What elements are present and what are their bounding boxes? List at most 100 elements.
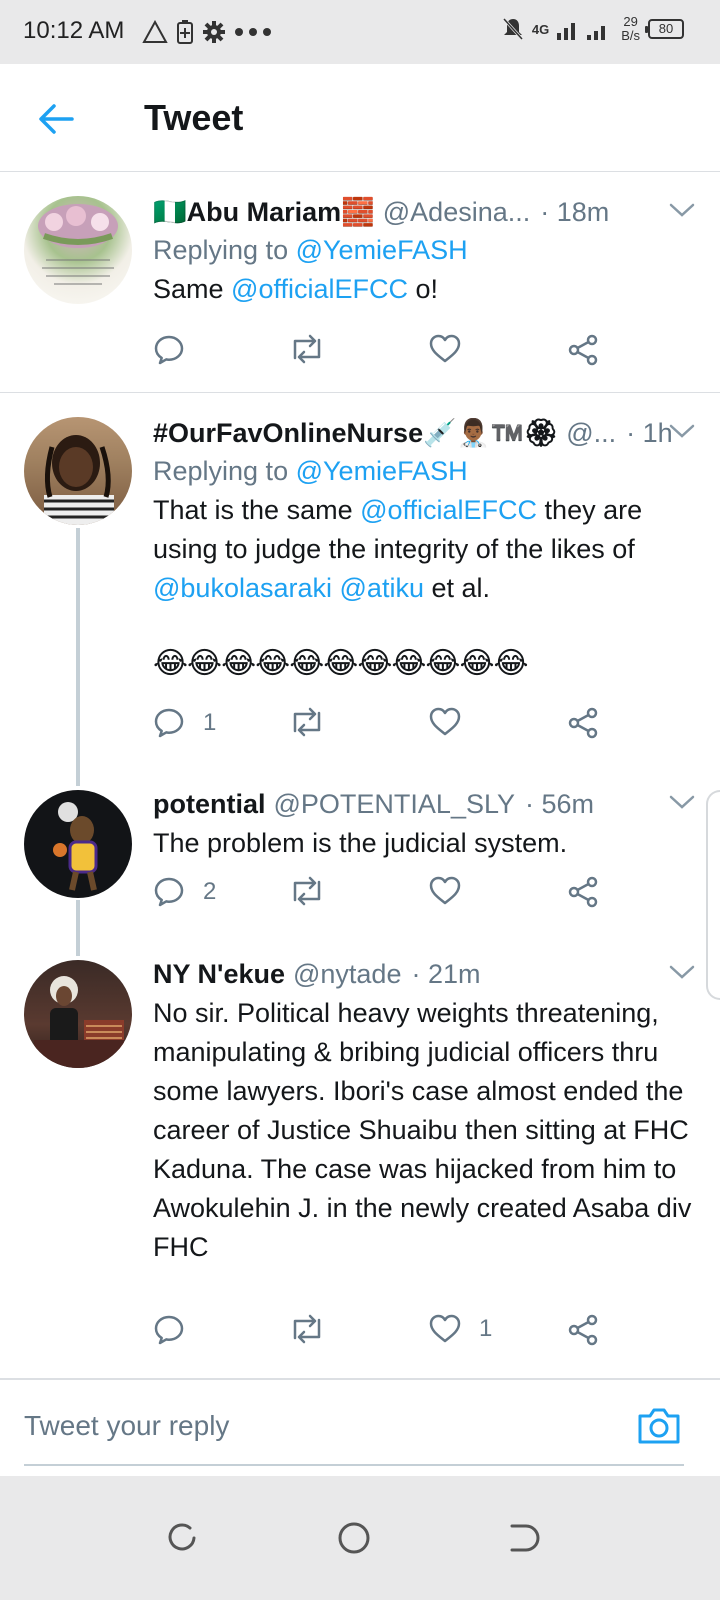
- username[interactable]: @Adesina...: [383, 194, 531, 230]
- reply-button[interactable]: 2: [153, 876, 216, 908]
- like-button[interactable]: 1: [429, 1314, 492, 1344]
- reply-button[interactable]: [153, 334, 203, 366]
- avatar-image: [44, 435, 114, 525]
- app-header: Tweet: [0, 64, 720, 172]
- home-icon[interactable]: [336, 1520, 372, 1556]
- tweet-3[interactable]: potential @POTENTIAL_SLY · 56m The probl…: [0, 786, 720, 956]
- reply-button[interactable]: 1: [153, 707, 216, 739]
- avatar[interactable]: [24, 960, 132, 1068]
- share-button[interactable]: [567, 334, 599, 366]
- username[interactable]: @POTENTIAL_SLY: [274, 786, 515, 822]
- display-name[interactable]: NY N'ekue: [153, 956, 285, 992]
- username[interactable]: @nytade: [293, 956, 401, 992]
- text-segment: et al.: [423, 573, 491, 603]
- like-button[interactable]: [429, 707, 479, 737]
- network-type-label: 4G: [531, 21, 550, 37]
- comment-icon: [154, 335, 184, 365]
- chevron-down-icon[interactable]: [668, 200, 696, 220]
- arrow-left-icon: [39, 104, 74, 134]
- tweet-content: potential @POTENTIAL_SLY · 56m The probl…: [153, 786, 696, 863]
- tweet-header: 🇳🇬Abu Mariam🧱 @Adesina... · 18m: [153, 194, 696, 230]
- heart-icon: [429, 334, 461, 363]
- settings-gear-icon: [203, 21, 225, 43]
- comment-icon: [154, 708, 184, 738]
- tweet-content: 🇳🇬Abu Mariam🧱 @Adesina... · 18m Replying…: [153, 194, 696, 309]
- tweet-header: #OurFavOnlineNurse💉👨🏾‍⚕️™️🏵 @... · 1h: [153, 415, 696, 451]
- scroll-indicator[interactable]: [706, 790, 720, 1000]
- replying-prefix: Replying to: [153, 456, 289, 486]
- share-icon: [568, 707, 598, 739]
- mention-link[interactable]: @atiku: [340, 573, 424, 603]
- status-time: 10:12 AM: [23, 17, 125, 44]
- tweet-text: No sir. Political heavy weights threaten…: [153, 998, 692, 1262]
- tweet-2[interactable]: #OurFavOnlineNurse💉👨🏾‍⚕️™️🏵 @... · 1h Re…: [0, 393, 720, 783]
- reply-button[interactable]: [153, 1314, 203, 1346]
- battery-indicator: 80: [645, 19, 684, 39]
- chevron-down-icon[interactable]: [668, 421, 696, 441]
- avatar-image: [53, 802, 98, 891]
- comment-icon: [154, 1315, 184, 1345]
- net-speed-unit: B/s: [621, 28, 640, 43]
- tweet-text: The problem is the judicial system.: [153, 828, 568, 858]
- comment-icon: [154, 877, 184, 907]
- reply-count: 2: [203, 878, 217, 905]
- camera-button[interactable]: [636, 1406, 682, 1446]
- retweet-icon: [293, 334, 321, 364]
- retweet-button[interactable]: [289, 707, 325, 737]
- timestamp: · 56m: [524, 789, 595, 819]
- avatar[interactable]: [24, 196, 132, 304]
- like-button[interactable]: [429, 334, 479, 364]
- retweet-icon: [293, 1314, 321, 1344]
- camera-icon: [638, 1408, 680, 1444]
- username[interactable]: @...: [566, 415, 616, 451]
- replying-to: Replying to @YemieFASH: [153, 232, 696, 268]
- back-nav-icon[interactable]: [506, 1520, 542, 1556]
- tweet-4[interactable]: NY N'ekue @nytade · 21m No sir. Politica…: [0, 956, 720, 1376]
- heart-icon: [429, 707, 461, 736]
- reply-input[interactable]: Tweet your reply: [24, 1410, 229, 1442]
- replying-prefix: Replying to: [153, 235, 289, 265]
- retweet-button[interactable]: [289, 876, 325, 906]
- recent-apps-icon[interactable]: [164, 1520, 200, 1556]
- text-segment: o!: [408, 274, 439, 304]
- share-icon: [568, 1314, 598, 1346]
- more-dots-icon: [235, 28, 271, 36]
- tweet-actions: 1: [153, 707, 613, 747]
- avatar[interactable]: [24, 790, 132, 898]
- replying-to: Replying to @YemieFASH: [153, 453, 696, 489]
- share-button[interactable]: [567, 1314, 599, 1346]
- net-speed: 29 B/s: [621, 15, 640, 43]
- status-bar: 10:12 AM 4G 29 B/s 80: [0, 0, 720, 64]
- share-button[interactable]: [567, 707, 599, 739]
- back-button[interactable]: [34, 97, 78, 141]
- alert-triangle-icon: [142, 20, 168, 43]
- mention-link[interactable]: @officialEFCC: [231, 274, 408, 304]
- mention-link[interactable]: @officialEFCC: [360, 495, 537, 525]
- display-name[interactable]: potential: [153, 786, 266, 822]
- reply-mention[interactable]: @YemieFASH: [296, 235, 468, 265]
- reply-mention[interactable]: @YemieFASH: [296, 456, 468, 486]
- tweet-actions: [153, 334, 613, 374]
- tweet-actions: 1: [153, 1314, 613, 1354]
- share-icon: [568, 876, 598, 908]
- display-name[interactable]: #OurFavOnlineNurse💉👨🏾‍⚕️™️🏵: [153, 415, 558, 451]
- text-segment: [332, 573, 340, 603]
- display-name[interactable]: 🇳🇬Abu Mariam🧱: [153, 194, 375, 230]
- emoji-line: 😂😂😂😂😂😂😂😂😂😂😂: [153, 647, 529, 680]
- timestamp: · 1h: [626, 418, 673, 448]
- tweet-header: potential @POTENTIAL_SLY · 56m: [153, 786, 696, 822]
- tweet-content: NY N'ekue @nytade · 21m No sir. Politica…: [153, 956, 696, 1267]
- like-button[interactable]: [429, 876, 479, 906]
- retweet-icon: [293, 876, 321, 906]
- chevron-down-icon[interactable]: [668, 962, 696, 982]
- chevron-down-icon[interactable]: [668, 792, 696, 812]
- net-speed-value: 29: [623, 14, 638, 29]
- retweet-button[interactable]: [289, 334, 325, 364]
- system-nav-bar: [0, 1476, 720, 1600]
- share-button[interactable]: [567, 876, 599, 908]
- page-title: Tweet: [144, 97, 244, 138]
- mention-link[interactable]: @bukolasaraki: [153, 573, 332, 603]
- tweet-1[interactable]: 🇳🇬Abu Mariam🧱 @Adesina... · 18m Replying…: [0, 172, 720, 392]
- retweet-button[interactable]: [289, 1314, 325, 1344]
- avatar[interactable]: [24, 417, 132, 525]
